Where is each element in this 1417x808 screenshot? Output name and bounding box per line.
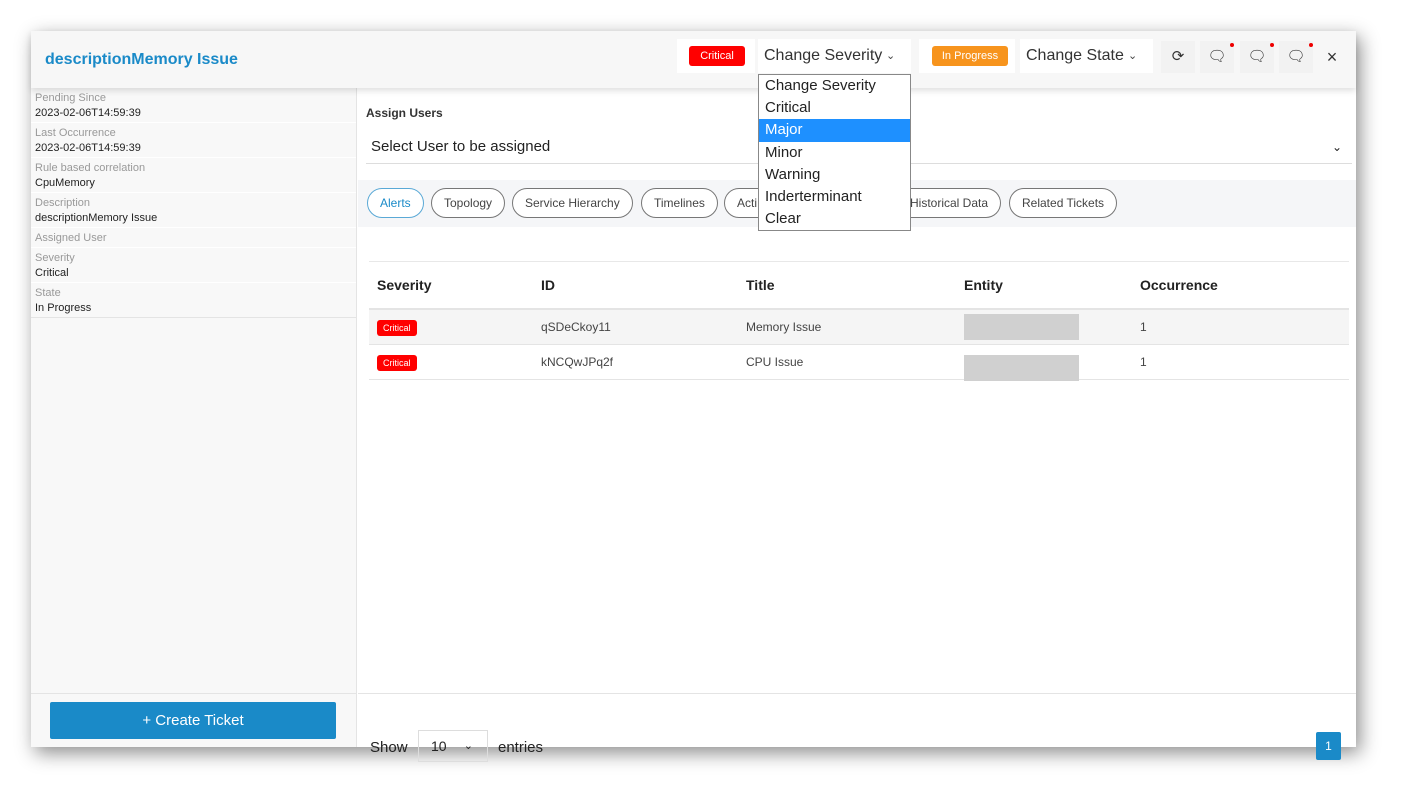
tab-historical-data[interactable]: Historical Data	[898, 188, 1002, 218]
assign-users-label: Assign Users	[366, 106, 443, 120]
option-minor[interactable]: Minor	[759, 142, 910, 164]
field-label: Assigned User	[35, 232, 107, 244]
col-title[interactable]: Title	[738, 261, 956, 310]
assign-user-placeholder: Select User to be assigned	[371, 138, 551, 155]
option-warning[interactable]: Warning	[759, 164, 910, 186]
refresh-button[interactable]: ⟳	[1161, 41, 1195, 73]
severity-badge: Critical	[377, 319, 417, 336]
comment-icon: 🗨	[1286, 48, 1306, 65]
field-state: State In Progress	[31, 283, 356, 318]
tab-service-hierarchy[interactable]: Service Hierarchy	[512, 188, 633, 218]
field-label: Last Occurrence	[35, 127, 116, 139]
field-label: Severity	[35, 252, 75, 264]
table-header: Severity ID Title Entity Occurrence	[369, 261, 1349, 310]
field-value: descriptionMemory Issue	[35, 212, 158, 224]
option-major[interactable]: Major	[759, 119, 910, 142]
close-button[interactable]: ×	[1315, 41, 1349, 73]
redacted-entity	[964, 354, 1079, 381]
redacted-entity	[964, 313, 1079, 340]
chevron-down-icon: ⌄	[1331, 140, 1342, 154]
severity-badge: Critical	[377, 354, 417, 371]
field-value: 2023-02-06T14:59:39	[35, 107, 141, 119]
chevron-down-icon: ⌄	[1128, 50, 1138, 62]
alert-id: qSDeCkoy11	[533, 309, 738, 345]
option-inderterminant[interactable]: Inderterminant	[759, 186, 910, 208]
col-occurrence[interactable]: Occurrence	[1132, 261, 1349, 310]
option-clear[interactable]: Clear	[759, 208, 910, 230]
tab-timelines[interactable]: Timelines	[641, 188, 718, 218]
option-critical[interactable]: Critical	[759, 97, 910, 119]
field-value: In Progress	[35, 302, 92, 314]
page-1-button[interactable]: 1	[1316, 732, 1341, 760]
alerts-table: Severity ID Title Entity Occurrence Crit…	[369, 261, 1349, 381]
field-label: Rule based correlation	[35, 162, 146, 174]
ticket-details-sidebar: Pending Since 2023-02-06T14:59:39 Last Oc…	[31, 88, 357, 747]
table-row[interactable]: Critical qSDeCkoy11 Memory Issue 1	[369, 309, 1349, 345]
alert-id: kNCQwJPq2f	[533, 344, 738, 380]
ticket-window: descriptionMemory Issue Critical Change …	[31, 31, 1356, 762]
col-id[interactable]: ID	[533, 261, 738, 310]
change-state-select[interactable]: Change State ⌄	[1020, 39, 1153, 73]
field-rule-correlation: Rule based correlation CpuMemory	[31, 158, 356, 193]
tab-related-tickets[interactable]: Related Tickets	[1009, 188, 1118, 218]
alert-title: CPU Issue	[738, 344, 956, 380]
change-state-label: Change State	[1026, 47, 1124, 64]
table-row[interactable]: Critical kNCQwJPq2f CPU Issue 1	[369, 344, 1349, 381]
change-severity-select[interactable]: Change Severity ⌄	[758, 39, 911, 73]
field-value: 2023-02-06T14:59:39	[35, 142, 141, 154]
option-change-severity[interactable]: Change Severity	[759, 75, 910, 97]
close-icon: ×	[1326, 47, 1338, 67]
comment-button-2[interactable]: 🗨	[1240, 41, 1274, 73]
severity-badge: Critical	[689, 46, 745, 66]
chevron-down-icon: ⌄	[886, 50, 896, 62]
comment-icon: 🗨	[1207, 48, 1227, 65]
field-last-occurrence: Last Occurrence 2023-02-06T14:59:39	[31, 123, 356, 158]
ticket-title: descriptionMemory Issue	[45, 51, 238, 68]
field-assigned-user: Assigned User	[31, 228, 356, 248]
alert-occurrence: 1	[1132, 309, 1349, 345]
col-entity[interactable]: Entity	[956, 261, 1132, 310]
field-value: Critical	[35, 267, 69, 279]
col-severity[interactable]: Severity	[369, 261, 533, 310]
field-value: CpuMemory	[35, 177, 95, 189]
page-size-select[interactable]: 10 ⌄	[418, 730, 488, 762]
alert-title: Memory Issue	[738, 309, 956, 345]
refresh-icon: ⟳	[1171, 48, 1185, 65]
header: descriptionMemory Issue Critical Change …	[31, 31, 1356, 88]
field-label: Description	[35, 197, 91, 209]
severity-dropdown-list: Change Severity Critical Major Minor War…	[758, 74, 911, 231]
field-label: Pending Since	[35, 92, 106, 104]
tab-alerts[interactable]: Alerts	[367, 188, 424, 218]
comment-button-3[interactable]: 🗨	[1279, 41, 1313, 73]
comment-button-1[interactable]: 🗨	[1200, 41, 1234, 73]
page-size-value: 10	[431, 738, 447, 754]
alert-occurrence: 1	[1132, 344, 1349, 380]
chevron-down-icon: ⌄	[463, 740, 473, 752]
field-pending-since: Pending Since 2023-02-06T14:59:39	[31, 88, 356, 123]
field-severity: Severity Critical	[31, 248, 356, 283]
create-ticket-button[interactable]: + Create Ticket	[50, 702, 336, 739]
entries-label: entries	[498, 739, 544, 756]
field-label: State	[35, 287, 61, 299]
tab-topology[interactable]: Topology	[431, 188, 506, 218]
show-label: Show	[370, 739, 408, 756]
field-description: Description descriptionMemory Issue	[31, 193, 356, 228]
change-severity-label: Change Severity	[764, 47, 883, 64]
state-badge: In Progress	[932, 46, 1008, 66]
comment-icon: 🗨	[1247, 48, 1267, 65]
